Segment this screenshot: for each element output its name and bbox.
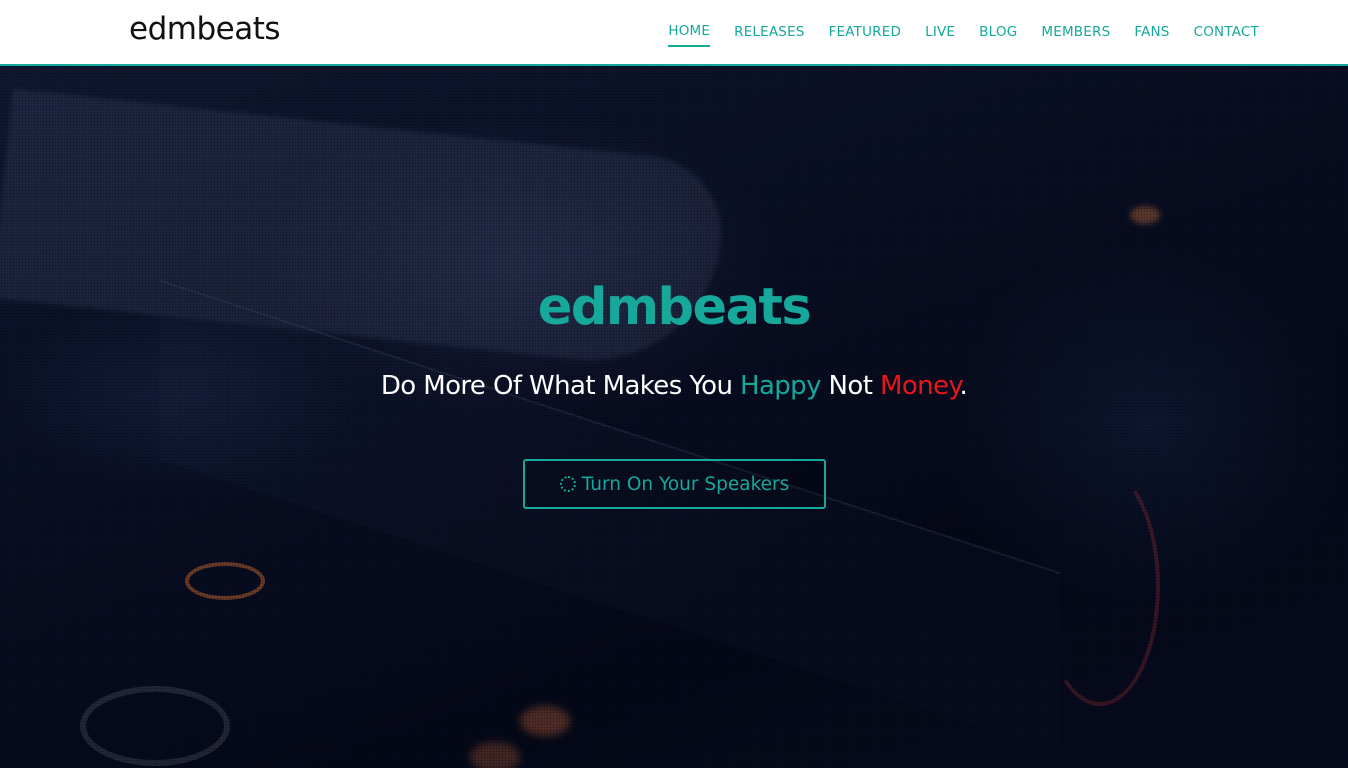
nav-item-blog: BLOG [979,18,1017,46]
nav-link-fans[interactable]: FANS [1134,18,1169,46]
tagline-money: Money [879,371,960,401]
hero-tagline: Do More Of What Makes You Happy Not Mone… [0,371,1348,401]
nav-link-featured[interactable]: FEATURED [829,18,902,46]
nav-link-blog[interactable]: BLOG [979,18,1017,46]
nav-link-live[interactable]: LIVE [925,18,955,46]
nav-item-live: LIVE [925,18,955,46]
site-logo[interactable]: edmbeats [129,11,281,47]
nav-item-fans: FANS [1134,18,1169,46]
cta-label: Turn On Your Speakers [581,473,790,495]
nav-item-contact: CONTACT [1194,18,1259,46]
tagline-part1: Do More Of What Makes You [380,371,740,401]
hero-logo: edmbeats [537,278,812,337]
nav-link-releases[interactable]: RELEASES [734,18,804,46]
tagline-happy: Happy [740,371,821,401]
navbar: edmbeats HOME RELEASES FEATURED LIVE BLO… [0,0,1348,66]
nav-item-home: HOME [668,17,711,47]
tagline-end: . [959,371,968,401]
tagline-part2: Not [820,371,880,401]
turn-on-speakers-button[interactable]: Turn On Your Speakers [523,459,826,509]
nav-item-members: MEMBERS [1041,18,1110,46]
hero-content: edmbeats Do More Of What Makes You Happy… [0,66,1348,768]
nav-item-releases: RELEASES [734,18,804,46]
nav-link-contact[interactable]: CONTACT [1194,18,1259,46]
hero-section: edmbeats Do More Of What Makes You Happy… [0,66,1348,768]
nav-link-home[interactable]: HOME [668,17,711,47]
spinner-icon [559,476,576,492]
nav-link-members[interactable]: MEMBERS [1041,18,1110,46]
nav-item-featured: FEATURED [829,18,902,46]
nav-menu: HOME RELEASES FEATURED LIVE BLOG MEMBERS… [644,0,1259,64]
